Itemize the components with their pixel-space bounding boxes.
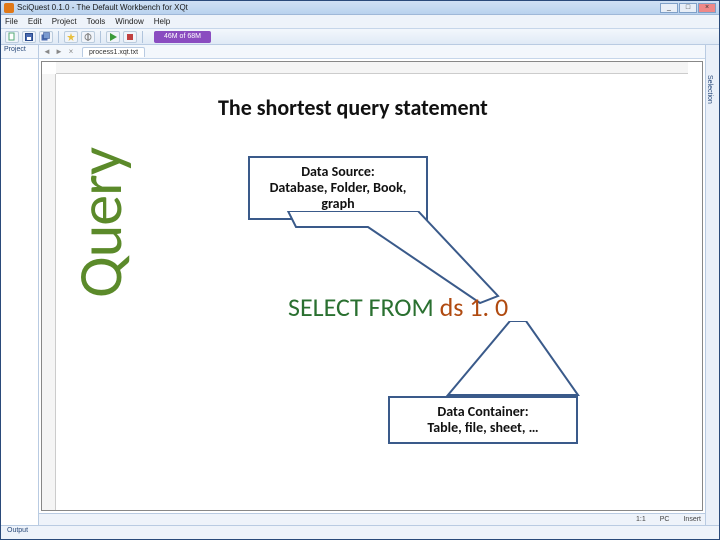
- menu-help[interactable]: Help: [154, 17, 170, 26]
- toolbar-separator: [58, 31, 59, 43]
- menu-file[interactable]: File: [5, 17, 18, 26]
- query-keyword: SELECT FROM: [288, 291, 434, 323]
- output-panel-tab[interactable]: Output: [1, 525, 719, 539]
- callout-line: Table, file, sheet, …: [404, 420, 562, 436]
- save-button[interactable]: [22, 31, 36, 43]
- minimize-button[interactable]: _: [660, 3, 678, 13]
- status-device: PC: [660, 516, 670, 523]
- nav-close-button[interactable]: ×: [66, 47, 76, 57]
- project-panel-tab[interactable]: Project: [1, 45, 38, 59]
- ruler-vertical: [42, 74, 56, 510]
- app-icon: [4, 3, 14, 13]
- new-file-button[interactable]: [5, 31, 19, 43]
- query-statement: SELECT FROM ds 1. 0: [288, 291, 508, 323]
- editor-area: ◄ ► × process1.xqt.txt Query The shortes…: [39, 45, 705, 525]
- window-title: SciQuest 0.1.0 - The Default Workbench f…: [17, 3, 188, 12]
- menu-tools[interactable]: Tools: [87, 17, 106, 26]
- query-datasource: ds 1. 0: [434, 291, 508, 323]
- project-panel: Project: [1, 45, 39, 525]
- nav-forward-button[interactable]: ►: [54, 47, 64, 57]
- slide-content: Query The shortest query statement Data …: [58, 76, 686, 508]
- callout-line: Database, Folder, Book,: [264, 180, 412, 196]
- memory-indicator: 46M of 68M: [154, 31, 211, 43]
- wizard-button[interactable]: [64, 31, 78, 43]
- output-tab-label: Output: [7, 527, 28, 534]
- toolbar-separator: [100, 31, 101, 43]
- status-zoom: 1:1: [636, 516, 646, 523]
- workbench-body: Project ◄ ► × process1.xqt.txt Query: [1, 45, 719, 525]
- toolbar: 46M of 68M: [1, 29, 719, 45]
- app-window: SciQuest 0.1.0 - The Default Workbench f…: [0, 0, 720, 540]
- run-button[interactable]: [106, 31, 120, 43]
- callout-line: Data Container:: [404, 404, 562, 420]
- file-tab[interactable]: process1.xqt.txt: [82, 47, 145, 57]
- maximize-button[interactable]: □: [679, 3, 697, 13]
- project-tree[interactable]: [1, 59, 38, 525]
- menu-edit[interactable]: Edit: [28, 17, 42, 26]
- editor-frame: Query The shortest query statement Data …: [41, 61, 703, 511]
- tools-button[interactable]: [81, 31, 95, 43]
- status-mode: Insert: [683, 516, 701, 523]
- callout-line: graph: [264, 196, 412, 212]
- selection-panel-label: Selection: [706, 75, 713, 104]
- slide-title: The shortest query statement: [218, 94, 488, 121]
- editor-statusbar: 1:1 PC Insert: [39, 513, 705, 525]
- nav-back-button[interactable]: ◄: [42, 47, 52, 57]
- stop-button[interactable]: [123, 31, 137, 43]
- titlebar: SciQuest 0.1.0 - The Default Workbench f…: [1, 1, 719, 15]
- slide-canvas[interactable]: Query The shortest query statement Data …: [58, 76, 686, 508]
- save-all-button[interactable]: [39, 31, 53, 43]
- callout-data-container: Data Container: Table, file, sheet, …: [388, 396, 578, 444]
- menu-window[interactable]: Window: [115, 17, 143, 26]
- editor-tabbar: ◄ ► × process1.xqt.txt: [39, 45, 705, 59]
- selection-panel[interactable]: Selection: [705, 45, 719, 525]
- ruler-horizontal: [56, 62, 688, 74]
- menu-project[interactable]: Project: [52, 17, 77, 26]
- callout-line: Data Source:: [264, 164, 412, 180]
- toolbar-separator: [142, 31, 143, 43]
- menubar: File Edit Project Tools Window Help: [1, 15, 719, 29]
- close-button[interactable]: ×: [698, 3, 716, 13]
- callout-pointer-bottom: [438, 321, 618, 401]
- slide-section-label: Query: [62, 148, 138, 298]
